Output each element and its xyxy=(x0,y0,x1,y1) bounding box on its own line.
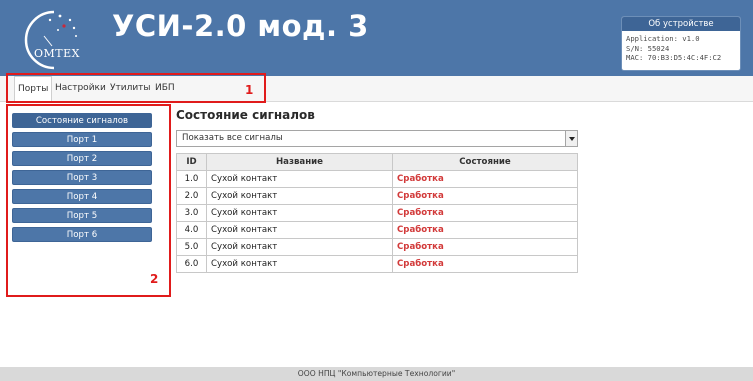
signal-state: Сработка xyxy=(392,221,578,239)
signal-id: 5.0 xyxy=(176,238,207,256)
device-info-panel: Об устройстве Application: v1.0 S/N: 550… xyxy=(621,16,741,71)
table-row: 2.0 Сухой контакт Сработка xyxy=(176,187,578,205)
signal-name: Сухой контакт xyxy=(206,221,393,239)
signal-name: Сухой контакт xyxy=(206,187,393,205)
device-info-body: Application: v1.0 S/N: 55024 MAC: 70:B3:… xyxy=(622,31,740,63)
column-header-state: Состояние xyxy=(392,153,578,171)
signal-state: Сработка xyxy=(392,238,578,256)
column-header-id: ID xyxy=(176,153,207,171)
page-title: УСИ-2.0 мод. 3 xyxy=(112,9,369,43)
section-title: Состояние сигналов xyxy=(176,108,315,122)
page-footer: ООО НПЦ "Компьютерные Технологии" xyxy=(0,367,753,381)
signal-id: 1.0 xyxy=(176,170,207,188)
signal-state: Сработка xyxy=(392,187,578,205)
table-header-row: ID Название Состояние xyxy=(176,153,578,171)
signal-state: Сработка xyxy=(392,170,578,188)
signal-filter-select[interactable]: Показать все сигналы xyxy=(176,130,578,147)
signal-id: 4.0 xyxy=(176,221,207,239)
signals-table: ID Название Состояние 1.0 Сухой контакт … xyxy=(176,153,578,273)
annotation-box-2 xyxy=(6,104,171,297)
device-info-title[interactable]: Об устройстве xyxy=(622,17,740,31)
device-mac-address: MAC: 70:B3:D5:4C:4F:C2 xyxy=(626,53,722,62)
device-serial-number: S/N: 55024 xyxy=(626,43,670,53)
signal-state: Сработка xyxy=(392,255,578,273)
annotation-label-2: 2 xyxy=(150,272,159,286)
table-row: 4.0 Сухой контакт Сработка xyxy=(176,221,578,239)
signal-id: 6.0 xyxy=(176,255,207,273)
device-application-version: Application: v1.0 xyxy=(626,34,700,43)
signal-name: Сухой контакт xyxy=(206,170,393,188)
app-header: OMTEX УСИ-2.0 мод. 3 Об устройстве Appli… xyxy=(0,0,753,76)
table-row: 5.0 Сухой контакт Сработка xyxy=(176,238,578,256)
annotation-label-1: 1 xyxy=(245,83,254,97)
comtex-logo-icon xyxy=(24,10,77,70)
dropdown-arrow-icon[interactable] xyxy=(565,131,577,146)
logo-text: OMTEX xyxy=(34,47,80,60)
column-header-name: Название xyxy=(206,153,393,171)
signal-id: 2.0 xyxy=(176,187,207,205)
signal-name: Сухой контакт xyxy=(206,255,393,273)
signal-name: Сухой контакт xyxy=(206,204,393,222)
signal-id: 3.0 xyxy=(176,204,207,222)
table-row: 6.0 Сухой контакт Сработка xyxy=(176,255,578,273)
annotation-box-1 xyxy=(6,73,266,103)
signal-name: Сухой контакт xyxy=(206,238,393,256)
signal-state: Сработка xyxy=(392,204,578,222)
table-row: 3.0 Сухой контакт Сработка xyxy=(176,204,578,222)
table-row: 1.0 Сухой контакт Сработка xyxy=(176,170,578,188)
signal-filter-value: Показать все сигналы xyxy=(182,133,283,143)
